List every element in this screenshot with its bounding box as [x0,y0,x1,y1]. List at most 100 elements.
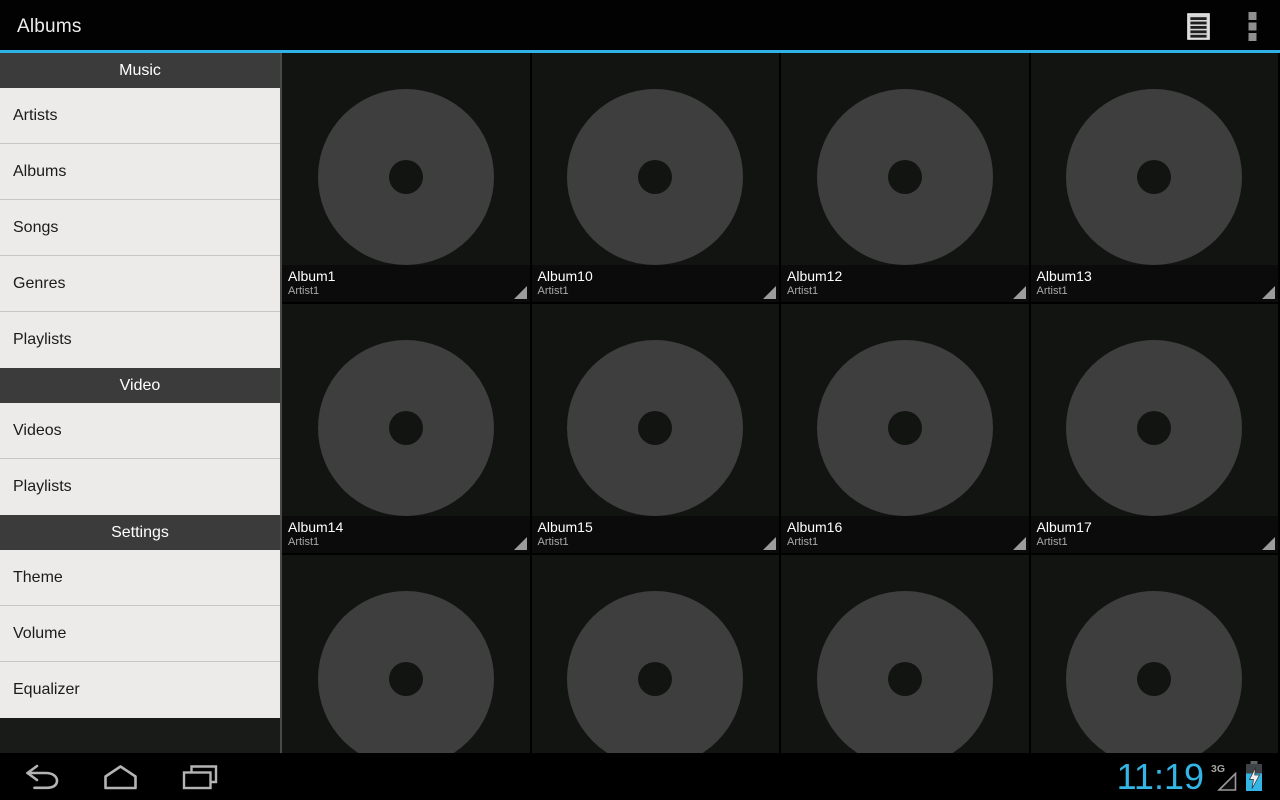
album-label: Album15 Artist1 [531,516,779,553]
sidebar-item-label: Equalizer [13,681,80,698]
disc-hole [1137,662,1172,696]
disc-hole [638,411,673,445]
album-tile[interactable] [1030,555,1278,753]
album-label: Album14 Artist1 [282,516,530,553]
sidebar-item-equalizer[interactable]: Equalizer [0,662,280,718]
album-tile[interactable] [781,555,1029,753]
sidebar-section-header-settings: Settings [0,515,280,550]
album-title: Album17 [1036,519,1092,535]
album-art-disc [1066,591,1243,753]
recents-icon [182,764,218,789]
corner-grip-icon [1262,537,1275,550]
album-artist: Artist1 [1036,536,1068,548]
sidebar-item-playlists[interactable]: Playlists [0,459,280,515]
album-artist: Artist1 [288,536,320,548]
sidebar-item-albums[interactable]: Albums [0,144,280,200]
album-artist: Artist1 [537,285,569,297]
disc-hole [887,160,922,194]
overflow-menu-icon [1248,12,1256,41]
sidebar-item-theme[interactable]: Theme [0,550,280,606]
page-title: Albums [17,15,82,37]
sidebar-item-videos[interactable]: Videos [0,403,280,459]
album-title: Album14 [288,519,344,535]
list-view-icon [1186,13,1210,40]
album-tile[interactable] [531,555,779,753]
album-tile[interactable] [282,555,530,753]
album-tile[interactable]: Album13 Artist1 [1030,53,1278,302]
corner-grip-icon [1012,537,1026,550]
content-area: Music Artists Albums Songs Genres Playlists Vi… [0,53,1280,753]
sidebar-item-genres[interactable]: Genres [0,256,280,312]
album-tile[interactable]: Album16 Artist1 [781,304,1029,553]
sidebar-item-label: Genres [13,274,66,292]
sidebar: Music Artists Albums Songs Genres Playlists Vi… [0,53,282,753]
back-button[interactable] [0,753,80,800]
disc-hole [887,411,922,445]
sidebar-item-label: Songs [13,218,59,236]
album-tile[interactable]: Album1 Artist1 [282,53,530,302]
disc-hole [887,662,922,696]
album-label: Album10 Artist1 [531,265,779,302]
album-tile[interactable]: Album17 Artist1 [1030,304,1278,553]
disc-hole [638,160,673,194]
album-tile[interactable]: Album14 Artist1 [282,304,530,553]
home-button[interactable] [80,753,160,800]
album-artist: Artist1 [537,536,569,548]
album-label: Album16 Artist1 [781,516,1029,553]
album-artist: Artist1 [288,285,320,297]
action-bar: Albums [0,0,1280,53]
album-art-disc [816,340,993,516]
album-label: Album13 Artist1 [1030,265,1278,302]
list-view-button[interactable] [1172,2,1224,52]
album-art-disc [317,340,494,516]
sidebar-item-artists[interactable]: Artists [0,88,280,144]
album-tile[interactable]: Album12 Artist1 [781,53,1029,302]
album-art-disc [317,591,494,753]
sidebar-item-songs[interactable]: Songs [0,200,280,256]
disc-hole [388,662,423,696]
album-title: Album16 [787,519,843,535]
nav-buttons [0,753,240,800]
album-title: Album1 [288,268,336,284]
sidebar-item-volume[interactable]: Volume [0,606,280,662]
corner-grip-icon [513,286,527,299]
album-tile[interactable]: Album15 Artist1 [531,304,779,553]
album-artist: Artist1 [787,285,819,297]
clock: 11:19 [1116,756,1204,797]
album-artist: Artist1 [787,536,819,548]
disc-hole [638,662,673,696]
album-label: Album17 Artist1 [1030,516,1278,553]
album-grid[interactable]: Album1 Artist1 Album10 Artist1 Album12 Artist… [282,53,1278,753]
disc-hole [1137,160,1172,194]
disc-hole [1137,411,1172,445]
back-icon [25,764,58,790]
album-art-disc [567,340,744,516]
signal-triangle-icon [1217,771,1237,791]
corner-grip-icon [763,537,776,550]
network-status: 3G [1211,762,1237,792]
disc-hole [388,160,423,194]
overflow-menu-button[interactable] [1224,2,1280,52]
sidebar-item-label: Volume [13,624,67,642]
album-title: Album10 [537,268,593,284]
album-art-disc [317,89,494,265]
navigation-bar: 11:19 3G [0,753,1280,800]
sidebar-item-playlists[interactable]: Playlists [0,312,280,368]
album-art-disc [816,591,993,753]
corner-grip-icon [1262,286,1275,299]
battery-charging-icon [1246,760,1262,791]
corner-grip-icon [513,537,527,550]
corner-grip-icon [763,286,776,299]
album-title: Album13 [1036,268,1092,284]
album-art-disc [816,89,993,265]
status-cluster: 11:19 3G [1117,753,1264,800]
recents-button[interactable] [160,753,240,800]
album-art-disc [567,591,744,753]
album-artist: Artist1 [1036,285,1068,297]
corner-grip-icon [1012,286,1026,299]
album-art-disc [1066,340,1243,516]
album-tile[interactable]: Album10 Artist1 [531,53,779,302]
sidebar-item-label: Artists [13,106,58,124]
sidebar-item-label: Playlists [13,478,72,495]
album-title: Album12 [787,268,843,284]
